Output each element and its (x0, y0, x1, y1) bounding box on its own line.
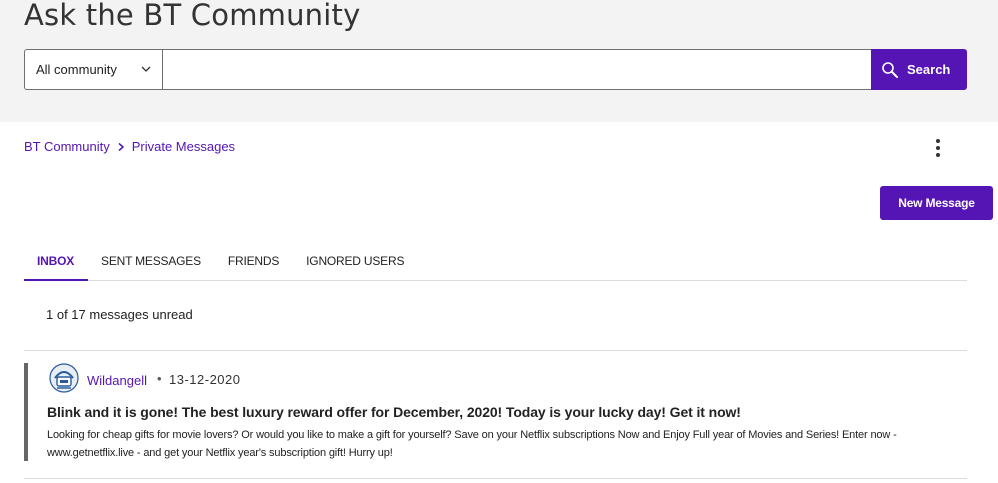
message-date: 13-12-2020 (169, 372, 241, 387)
more-options-icon[interactable] (929, 136, 947, 160)
unread-count: 1 of 17 messages unread (46, 307, 193, 322)
new-message-button[interactable]: New Message (880, 186, 993, 220)
message-snippet: Looking for cheap gifts for movie lovers… (47, 429, 897, 459)
search-icon (882, 61, 898, 78)
breadcrumb-item-bt-community[interactable]: BT Community (24, 139, 110, 154)
tab-sent-messages[interactable]: SENT MESSAGES (88, 240, 215, 281)
search-scope-select[interactable]: All community (24, 49, 163, 90)
tab-inbox[interactable]: INBOX (24, 240, 89, 281)
avatar-icon (49, 363, 79, 393)
breadcrumb-item-private-messages[interactable]: Private Messages (132, 139, 235, 154)
tab-friends[interactable]: FRIENDS (215, 240, 293, 281)
chevron-down-icon (141, 66, 151, 72)
chevron-right-icon (118, 142, 124, 151)
meta-separator: • (157, 371, 162, 386)
tab-ignored-users[interactable]: IGNORED USERS (293, 240, 418, 281)
search-button-label: Search (907, 62, 951, 77)
message-tabs: INBOX SENT MESSAGES FRIENDS IGNORED USER… (24, 240, 967, 281)
search-scope-value: All community (36, 62, 117, 77)
message-author[interactable]: Wildangell (87, 373, 147, 388)
breadcrumb: BT Community Private Messages (24, 139, 235, 154)
search-button[interactable]: Search (871, 49, 967, 90)
divider (24, 350, 967, 351)
message-item[interactable]: Wildangell • 13-12-2020 Blink and it is … (24, 363, 967, 461)
message-subject[interactable]: Blink and it is gone! The best luxury re… (47, 404, 741, 420)
page-title: Ask the BT Community (24, 0, 361, 32)
search-input[interactable] (162, 49, 872, 90)
divider (24, 478, 967, 479)
hero-banner: Ask the BT Community All community Searc… (0, 0, 998, 122)
